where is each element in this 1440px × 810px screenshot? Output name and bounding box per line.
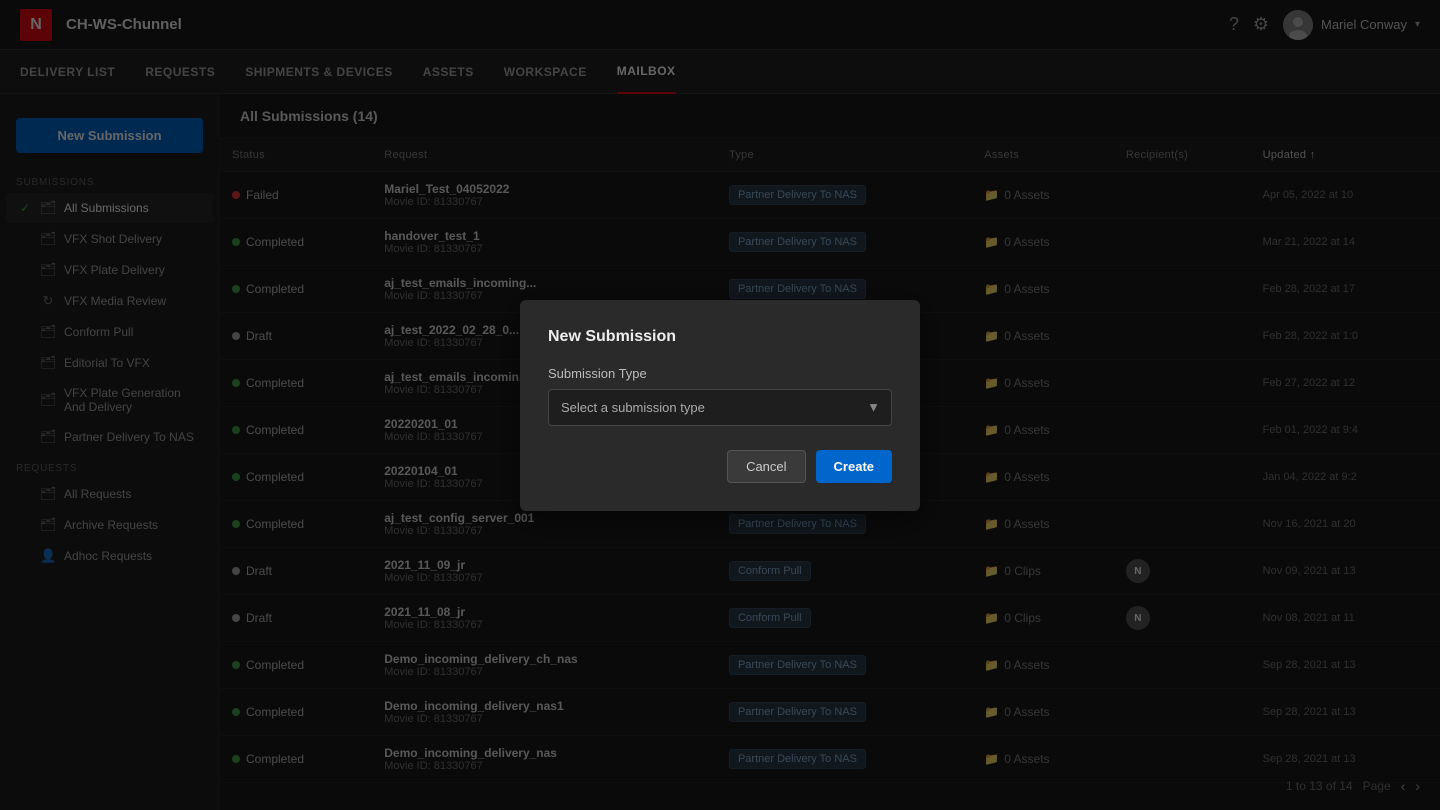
modal-overlay[interactable]: New Submission Submission Type Select a … — [0, 0, 1440, 810]
submission-type-select[interactable]: Select a submission type VFX Shot Delive… — [548, 389, 892, 426]
modal-title: New Submission — [548, 328, 892, 346]
create-button[interactable]: Create — [816, 450, 892, 483]
submission-type-select-wrapper: Select a submission type VFX Shot Delive… — [548, 389, 892, 426]
new-submission-modal: New Submission Submission Type Select a … — [520, 300, 920, 511]
modal-buttons: Cancel Create — [548, 450, 892, 483]
cancel-button[interactable]: Cancel — [727, 450, 805, 483]
submission-type-label: Submission Type — [548, 366, 892, 381]
